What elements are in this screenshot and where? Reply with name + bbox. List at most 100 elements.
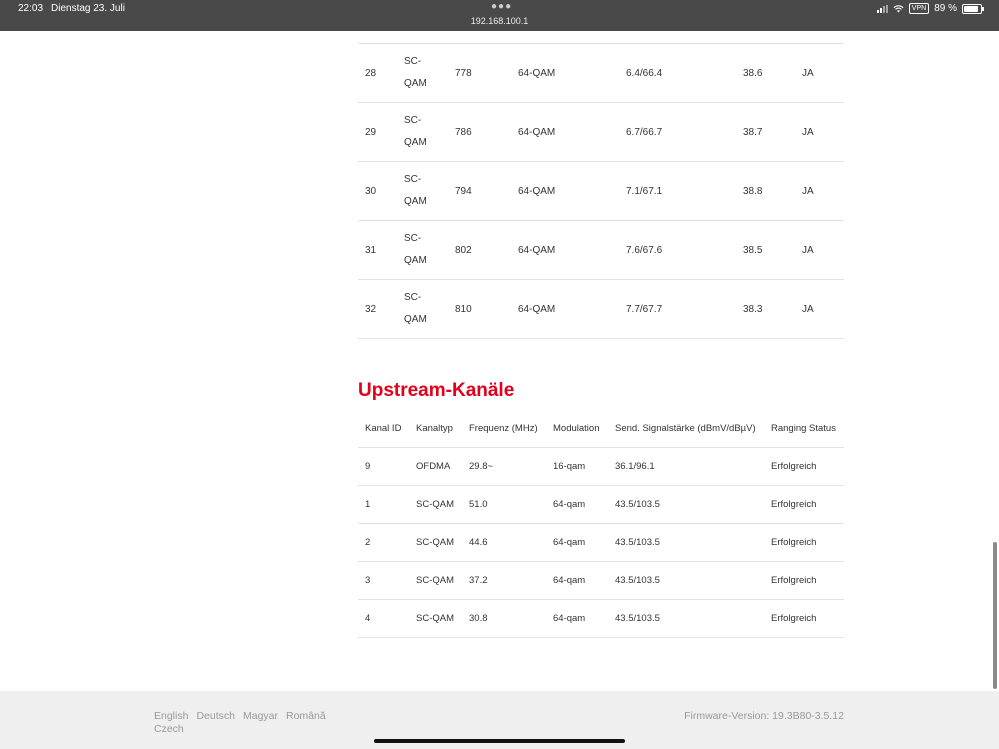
cell-channel-id: 2	[365, 537, 371, 548]
cell-channel-id: 4	[365, 613, 371, 624]
cell-power: 7.7/67.7	[626, 303, 663, 315]
cell-power: 7.1/67.1	[626, 185, 663, 197]
cell-ranging-status: Erfolgreich	[771, 575, 817, 586]
cell-locked: JA	[802, 185, 814, 197]
cell-frequency: 37.2	[469, 575, 488, 586]
table-row: 1 SC-QAM 51.0 64-qam 43.5/103.5 Erfolgreich	[358, 486, 844, 524]
wifi-icon	[893, 4, 904, 13]
cell-snr: 38.5	[743, 244, 763, 256]
vpn-badge: VPN	[908, 3, 930, 14]
upstream-header-row: Kanal ID Kanaltyp Frequenz (MHz) Modulat…	[358, 410, 844, 448]
cell-frequency: 778	[455, 67, 472, 79]
cell-modulation: 64-qam	[553, 613, 586, 624]
cell-channel-id: 1	[365, 499, 371, 510]
table-row: 29 SC- QAM 786 64-QAM 6.7/66.7 38.7 JA	[358, 103, 844, 162]
language-link-english[interactable]: English	[154, 710, 188, 723]
cell-channel-type: SC-QAM	[416, 537, 454, 548]
cell-type-line2: QAM	[404, 78, 427, 89]
header-ranging-status: Ranging Status	[771, 423, 836, 434]
cell-ranging-status: Erfolgreich	[771, 537, 817, 548]
cellular-signal-icon	[876, 4, 888, 13]
cell-snr: 38.7	[743, 126, 763, 138]
upstream-section-title: Upstream-Kanäle	[358, 380, 515, 401]
cell-snr: 38.3	[743, 303, 763, 315]
cell-channel-type: SC- QAM	[404, 162, 427, 220]
cell-modulation: 64-QAM	[518, 244, 556, 256]
cell-ranging-status: Erfolgreich	[771, 499, 817, 510]
more-dots-icon[interactable]: ●●●	[491, 1, 512, 12]
cell-power: 43.5/103.5	[615, 537, 660, 548]
cell-snr: 38.6	[743, 67, 763, 79]
cell-modulation: 64-qam	[553, 575, 586, 586]
cell-snr: 38.8	[743, 185, 763, 197]
language-selector: English Deutsch Magyar Română Czech	[154, 710, 344, 736]
header-modulation: Modulation	[553, 423, 600, 434]
cell-type-line1: SC-	[404, 292, 422, 303]
cell-channel-type: SC-QAM	[416, 499, 454, 510]
downstream-table: 28 SC- QAM 778 64-QAM 6.4/66.4 38.6 JA 29 SC- QAM 7…	[358, 43, 844, 339]
header-kanal-id: Kanal ID	[365, 423, 402, 434]
cell-ranging-status: Erfolgreich	[771, 613, 817, 624]
address-url[interactable]: 192.168.100.1	[0, 16, 999, 26]
language-link-magyar[interactable]: Magyar	[243, 710, 278, 723]
cell-type-line1: SC-	[404, 115, 422, 126]
header-frequenz: Frequenz (MHz)	[469, 423, 538, 434]
cell-channel-type: SC-QAM	[404, 103, 427, 161]
home-indicator[interactable]	[374, 739, 625, 743]
cell-power: 43.5/103.5	[615, 499, 660, 510]
cell-type-line1: SC-	[404, 174, 422, 185]
cell-frequency: 44.6	[469, 537, 488, 548]
cell-type-line1: SC-	[404, 233, 422, 244]
cell-locked: JA	[802, 67, 814, 79]
cell-channel-id: 28	[365, 67, 377, 79]
language-link-română[interactable]: Română	[286, 710, 326, 723]
cell-power: 43.5/103.5	[615, 575, 660, 586]
cell-channel-id: 31	[365, 244, 377, 256]
cell-ranging-status: Erfolgreich	[771, 461, 817, 472]
table-row: 4 SC-QAM 30.8 64-qam 43.5/103.5 Erfolgreich	[358, 600, 844, 638]
cell-power: 7.6/67.6	[626, 244, 663, 256]
language-link-deutsch[interactable]: Deutsch	[196, 710, 235, 723]
cell-frequency: 794	[455, 185, 472, 197]
table-row: 9 OFDMA 29.8~ 16-qam 36.1/96.1 Erfolgreich	[358, 448, 844, 486]
table-row: 28 SC- QAM 778 64-QAM 6.4/66.4 38.6 JA	[358, 44, 844, 103]
cell-channel-type: SC-QAM	[404, 44, 427, 102]
battery-icon	[962, 3, 984, 14]
cell-channel-id: 32	[365, 303, 377, 315]
language-link-czech[interactable]: Czech	[154, 723, 184, 736]
cell-channel-id: 3	[365, 575, 371, 586]
cell-modulation: 64-qam	[553, 499, 586, 510]
cell-frequency: 30.8	[469, 613, 488, 624]
scrollbar[interactable]	[993, 542, 997, 689]
status-date: Dienstag 23. Juli	[51, 3, 125, 14]
cell-modulation: 64-QAM	[518, 67, 556, 79]
cell-channel-type: SC-QAM	[416, 575, 454, 586]
firmware-version: Firmware-Version: 19.3B80-3.5.12	[684, 710, 844, 722]
cell-power: 36.1/96.1	[615, 461, 655, 472]
table-row: 31 SC- QAM 802 64-QAM 7.6/67.6 38.5 JA	[358, 221, 844, 280]
cell-type-line2: QAM	[404, 255, 427, 266]
cell-channel-id: 30	[365, 185, 377, 197]
cell-frequency: 786	[455, 126, 472, 138]
table-row: 3 SC-QAM 37.2 64-qam 43.5/103.5 Erfolgreich	[358, 562, 844, 600]
status-bar: 22:03 Dienstag 23. Juli ●●● 192.168.100.…	[0, 0, 999, 31]
status-indicators: VPN 89 %	[876, 3, 984, 14]
cell-power: 6.7/66.7	[626, 126, 663, 138]
cell-modulation: 64-QAM	[518, 126, 556, 138]
cell-frequency: 802	[455, 244, 472, 256]
cell-modulation: 64-qam	[553, 537, 586, 548]
battery-percent: 89 %	[934, 3, 957, 14]
cell-modulation: 64-QAM	[518, 303, 556, 315]
table-row: 2 SC-QAM 44.6 64-qam 43.5/103.5 Erfolgreich	[358, 524, 844, 562]
cell-channel-type: SC- QAM	[404, 221, 427, 279]
cell-channel-type: SC-QAM	[416, 613, 454, 624]
cell-locked: JA	[802, 303, 814, 315]
table-row: 32 SC- QAM 810 64-QAM 7.7/67.7 38.3 JA	[358, 280, 844, 339]
upstream-table: Kanal ID Kanaltyp Frequenz (MHz) Modulat…	[358, 410, 844, 638]
cell-channel-type: SC-QAM	[404, 280, 427, 338]
cell-frequency: 51.0	[469, 499, 488, 510]
cell-frequency: 810	[455, 303, 472, 315]
cell-type-line2: QAM	[404, 196, 427, 207]
header-signalstaerke: Send. Signalstärke (dBmV/dBµV)	[615, 423, 756, 434]
cell-frequency: 29.8~	[469, 461, 494, 472]
